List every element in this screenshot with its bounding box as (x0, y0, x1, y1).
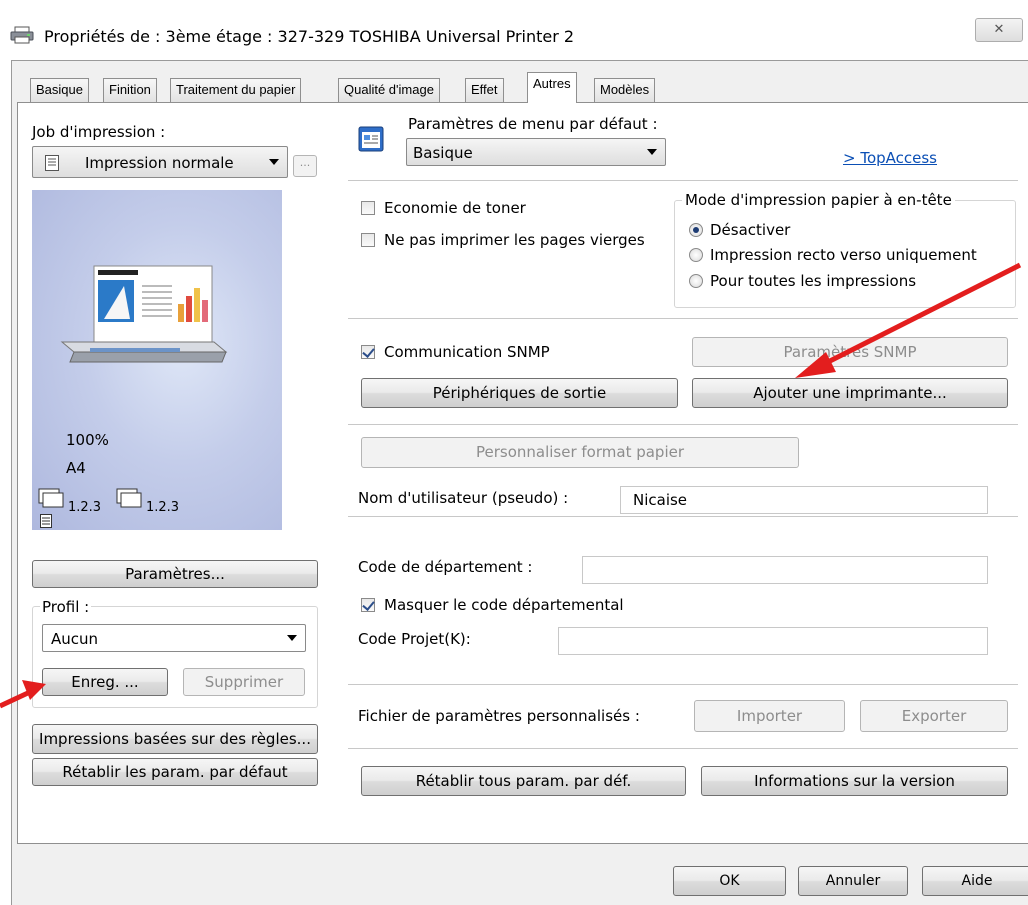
profile-select-value: Aucun (51, 630, 99, 648)
document-icon (45, 155, 59, 175)
preview-paper-size: A4 (66, 459, 86, 477)
preview-zoom: 100% (66, 431, 109, 449)
page-icon (40, 514, 52, 532)
letterhead-radio-off[interactable] (689, 223, 703, 237)
blank-pages-label: Ne pas imprimer les pages vierges (384, 231, 645, 249)
tab-finition[interactable]: Finition (103, 78, 157, 102)
menu-defaults-value: Basique (413, 144, 473, 162)
job-select-value: Impression normale (85, 154, 234, 172)
tab-label: Modèles (600, 82, 650, 97)
window-title: Propriétés de : 3ème étage : 327-329 TOS… (44, 27, 575, 46)
topaccess-link[interactable]: > TopAccess (843, 148, 937, 168)
printer-icon (10, 26, 34, 44)
chevron-down-icon (287, 635, 297, 641)
letterhead-option-label: Désactiver (710, 221, 791, 239)
separator (348, 180, 1018, 181)
username-input[interactable]: Nicaise (620, 486, 988, 514)
custom-paper-button[interactable]: Personnaliser format papier (361, 437, 799, 468)
tab-effet[interactable]: Effet (465, 78, 504, 102)
collate-icon (38, 488, 68, 512)
tab-traitement-papier[interactable]: Traitement du papier (170, 78, 302, 102)
job-label: Job d'impression : (32, 123, 166, 141)
profile-label: Profil : (40, 597, 92, 617)
profile-select[interactable]: Aucun (42, 624, 306, 652)
menu-settings-icon (358, 126, 384, 156)
job-more-button[interactable]: ... (293, 155, 317, 177)
output-devices-button[interactable]: Périphériques de sortie (361, 378, 678, 408)
dept-code-input[interactable] (582, 556, 988, 584)
chevron-down-icon (647, 149, 657, 155)
reset-all-button[interactable]: Rétablir tous param. par déf. (361, 766, 686, 796)
mask-dept-label: Masquer le code départemental (384, 596, 624, 614)
reset-defaults-button[interactable]: Rétablir les param. par défaut (32, 758, 318, 786)
chevron-down-icon (269, 159, 279, 165)
save-profile-button[interactable]: Enreg. ... (42, 668, 168, 696)
close-button[interactable]: ✕ (975, 18, 1023, 42)
menu-defaults-label: Paramètres de menu par défaut : (408, 115, 658, 133)
separator (348, 424, 1018, 425)
help-button[interactable]: Aide (922, 866, 1028, 896)
letterhead-title: Mode d'impression papier à en-tête (682, 190, 955, 210)
tab-qualite-image[interactable]: Qualité d'image (338, 78, 440, 102)
separator (348, 684, 1018, 685)
rules-button[interactable]: Impressions basées sur des règles... (32, 724, 318, 754)
mask-dept-checkbox[interactable] (361, 598, 375, 612)
project-code-input[interactable] (558, 627, 988, 655)
tab-modeles[interactable]: Modèles (594, 78, 656, 102)
blank-pages-checkbox[interactable] (361, 233, 375, 247)
toner-label: Economie de toner (384, 199, 526, 217)
export-button[interactable]: Exporter (860, 700, 1008, 732)
version-info-button[interactable]: Informations sur la version (701, 766, 1008, 796)
letterhead-radio-all[interactable] (689, 274, 703, 288)
collate-label-a: 1.2.3 (68, 500, 102, 515)
cancel-button[interactable]: Annuler (798, 866, 908, 896)
separator (348, 748, 1018, 749)
job-select[interactable]: Impression normale (32, 146, 288, 178)
import-button[interactable]: Importer (694, 700, 845, 732)
collate-label-b: 1.2.3 (146, 500, 180, 515)
letterhead-option-label: Pour toutes les impressions (710, 272, 917, 290)
params-button[interactable]: Paramètres... (32, 560, 318, 588)
separator (348, 516, 1018, 517)
collate-icon (116, 488, 146, 512)
letterhead-option-label: Impression recto verso uniquement (710, 246, 977, 264)
tab-label: Qualité d'image (344, 82, 434, 97)
tab-label: Effet (471, 82, 498, 97)
snmp-checkbox[interactable] (361, 345, 375, 359)
delete-profile-button[interactable]: Supprimer (183, 668, 305, 696)
tab-basique[interactable]: Basique (30, 78, 89, 102)
print-preview: 100% A4 1.2.3 1.2.3 (32, 190, 282, 530)
project-code-label: Code Projet(K): (358, 630, 471, 648)
dept-code-label: Code de département : (358, 558, 533, 576)
letterhead-radio-duplex[interactable] (689, 248, 703, 262)
printer-preview-icon (60, 265, 228, 363)
menu-defaults-select[interactable]: Basique (406, 138, 666, 166)
close-x-icon: ✕ (993, 22, 1005, 37)
tab-label: Traitement du papier (176, 82, 296, 97)
tab-label: Autres (533, 76, 571, 91)
username-label: Nom d'utilisateur (pseudo) : (358, 489, 569, 507)
custom-file-label: Fichier de paramètres personnalisés : (358, 707, 640, 725)
tab-label: Finition (109, 82, 151, 97)
toner-checkbox[interactable] (361, 201, 375, 215)
ok-button[interactable]: OK (673, 866, 786, 896)
add-printer-button[interactable]: Ajouter une imprimante... (692, 378, 1008, 408)
tab-autres[interactable]: Autres (527, 72, 577, 103)
separator (348, 318, 1018, 319)
tab-label: Basique (36, 82, 83, 97)
snmp-label: Communication SNMP (384, 343, 550, 361)
snmp-settings-button[interactable]: Paramètres SNMP (692, 337, 1008, 367)
